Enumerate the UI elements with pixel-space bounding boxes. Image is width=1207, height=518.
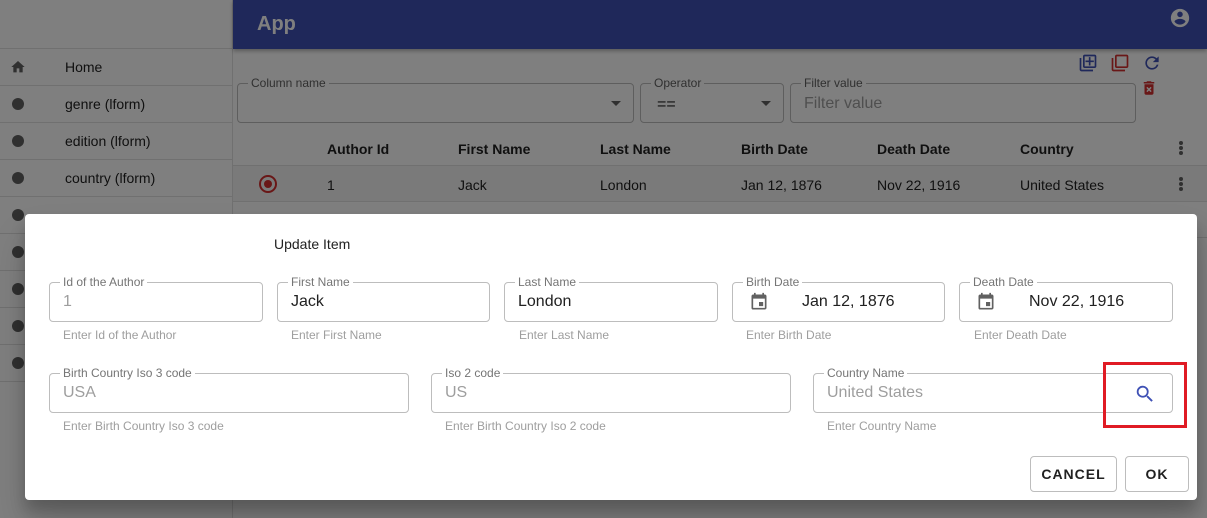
ok-button[interactable]: OK bbox=[1125, 456, 1189, 492]
field-value: Jan 12, 1876 bbox=[802, 293, 895, 310]
field-value: Jack bbox=[291, 293, 324, 310]
field-label: Id of the Author bbox=[60, 275, 148, 289]
field-helper: Enter Country Name bbox=[827, 419, 937, 433]
field-helper: Enter Last Name bbox=[519, 328, 610, 342]
calendar-icon[interactable] bbox=[749, 292, 769, 312]
author-id-field[interactable]: Id of the Author 1 bbox=[49, 275, 263, 322]
field-label: Last Name bbox=[515, 275, 580, 289]
last-name-field[interactable]: Last Name London bbox=[504, 275, 718, 322]
field-label: Death Date bbox=[970, 275, 1037, 289]
field-helper: Enter Id of the Author bbox=[63, 328, 177, 342]
dialog-title: Update Item bbox=[274, 236, 351, 252]
field-value: 1 bbox=[63, 293, 72, 310]
highlight-box bbox=[1103, 362, 1187, 428]
field-value: United States bbox=[827, 384, 924, 401]
field-label: First Name bbox=[288, 275, 353, 289]
update-item-dialog: Update Item Id of the Author 1 Enter Id … bbox=[25, 214, 1197, 500]
cancel-button[interactable]: CANCEL bbox=[1030, 456, 1117, 492]
iso3-code-field[interactable]: Birth Country Iso 3 code USA bbox=[49, 366, 409, 413]
field-helper: Enter Birth Country Iso 2 code bbox=[445, 419, 606, 433]
field-label: Birth Country Iso 3 code bbox=[60, 366, 195, 380]
field-value: London bbox=[518, 293, 572, 310]
field-helper: Enter First Name bbox=[291, 328, 382, 342]
field-helper: Enter Birth Country Iso 3 code bbox=[63, 419, 224, 433]
field-label: Country Name bbox=[824, 366, 908, 380]
birth-date-field[interactable]: Birth Date Jan 12, 1876 bbox=[732, 275, 945, 322]
field-label: Iso 2 code bbox=[442, 366, 504, 380]
field-value: Nov 22, 1916 bbox=[1029, 293, 1125, 310]
death-date-field[interactable]: Death Date Nov 22, 1916 bbox=[959, 275, 1173, 322]
field-label: Birth Date bbox=[743, 275, 803, 289]
first-name-field[interactable]: First Name Jack bbox=[277, 275, 490, 322]
calendar-icon[interactable] bbox=[976, 292, 996, 312]
field-helper: Enter Death Date bbox=[974, 328, 1067, 342]
field-value: US bbox=[445, 384, 468, 401]
field-helper: Enter Birth Date bbox=[746, 328, 832, 342]
field-value: USA bbox=[63, 384, 96, 401]
iso2-code-field[interactable]: Iso 2 code US bbox=[431, 366, 791, 413]
